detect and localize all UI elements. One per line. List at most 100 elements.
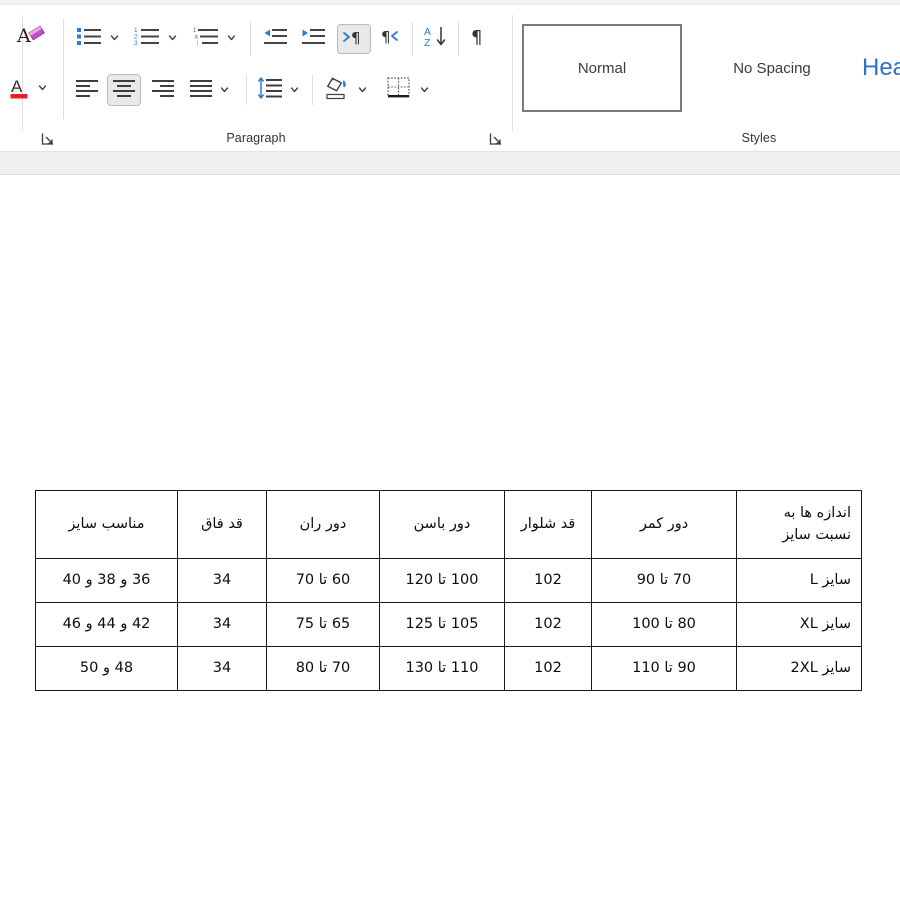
svg-text:¶: ¶ — [471, 27, 482, 47]
decrease-indent-icon — [262, 26, 288, 51]
cell-pant-length: 102 — [504, 602, 592, 647]
right-to-left-text-icon: ¶ — [341, 27, 367, 52]
shading-paint-bucket-icon — [323, 75, 351, 106]
justify-button[interactable] — [186, 77, 216, 103]
style-gallery-item-no-spacing[interactable]: No Spacing — [692, 26, 852, 110]
cell-pant-length: 102 — [504, 558, 592, 603]
cell-thigh: 70 تا 80 — [266, 646, 380, 691]
left-to-right-text-icon: ¶ — [380, 26, 406, 51]
chevron-down-icon — [220, 87, 229, 93]
font-color-button[interactable]: A — [7, 75, 35, 105]
toolbar-divider — [458, 22, 459, 56]
table-row: سایز 2XL 90 تا 110 102 110 تا 130 70 تا … — [35, 646, 862, 691]
align-right-icon — [151, 78, 175, 103]
multilevel-list-button[interactable]: 1 a i — [190, 25, 222, 51]
borders-dropdown[interactable] — [418, 79, 431, 101]
increase-indent-button[interactable] — [297, 25, 329, 51]
style-gallery-item-heading-1[interactable]: Hea — [862, 26, 900, 110]
cell-hip: 105 تا 125 — [379, 602, 505, 647]
clear-formatting-icon: A — [16, 22, 46, 55]
header-cell-hip: دور باسن — [379, 490, 505, 559]
table-row: سایز L 70 تا 90 102 100 تا 120 60 تا 70 … — [35, 558, 862, 603]
cell-size-label: سایز XL — [736, 602, 862, 647]
shading-button[interactable] — [320, 75, 354, 105]
size-chart-table[interactable]: اندازه ها به نسبت سایز دور کمر قد شلوار … — [35, 490, 862, 691]
toolbar-divider — [63, 19, 64, 119]
bullets-button[interactable] — [73, 25, 105, 51]
align-left-icon — [75, 78, 99, 103]
svg-text:A: A — [11, 77, 23, 96]
multilevel-list-dropdown[interactable] — [225, 27, 238, 49]
justify-icon — [189, 78, 213, 103]
header-cell-waist: دور کمر — [591, 490, 737, 559]
style-label-normal: Normal — [577, 59, 627, 77]
font-color-icon: A — [10, 75, 32, 106]
chevron-down-icon — [290, 87, 299, 93]
bullets-dropdown[interactable] — [108, 27, 121, 49]
ribbon-document-gap-band — [0, 152, 900, 175]
dialog-launcher-icon — [489, 133, 501, 145]
decrease-indent-button[interactable] — [259, 25, 291, 51]
paragraph-group-label: Paragraph — [226, 131, 286, 145]
table-header-row: اندازه ها به نسبت سایز دور کمر قد شلوار … — [35, 490, 862, 559]
cell-rise: 34 — [177, 602, 267, 647]
svg-text:¶: ¶ — [351, 29, 361, 47]
align-right-button[interactable] — [148, 77, 178, 103]
header-cell-thigh: دور ران — [266, 490, 380, 559]
chevron-down-icon — [168, 35, 177, 41]
pilcrow-icon: ¶ — [468, 25, 488, 52]
chevron-down-icon — [358, 87, 367, 93]
document-page[interactable]: اندازه ها به نسبت سایز دور کمر قد شلوار … — [0, 176, 900, 900]
justify-dropdown[interactable] — [218, 79, 231, 101]
paragraph-group-dialog-launcher[interactable] — [489, 132, 503, 146]
styles-group-label: Styles — [741, 131, 777, 145]
rtl-text-direction-button[interactable]: ¶ — [337, 24, 371, 54]
show-formatting-marks-button[interactable]: ¶ — [464, 25, 492, 51]
toolbar-divider — [412, 22, 413, 56]
font-color-dropdown[interactable] — [36, 77, 49, 99]
numbering-dropdown[interactable] — [166, 27, 179, 49]
svg-text:i: i — [197, 41, 198, 46]
svg-text:1: 1 — [193, 28, 197, 34]
header-cell-rise: قد فاق — [177, 490, 267, 559]
ltr-text-direction-button[interactable]: ¶ — [378, 25, 408, 51]
svg-text:¶: ¶ — [381, 28, 391, 46]
cell-size-label: سایز L — [736, 558, 862, 603]
svg-text:Z: Z — [424, 37, 431, 48]
ribbon-group-paragraph: A 1 2 3 1 a i ¶ ¶ A Z ¶ A Paragraph — [0, 5, 512, 152]
style-gallery-item-normal[interactable]: Normal — [522, 24, 682, 112]
align-center-button[interactable] — [107, 74, 141, 106]
cell-hip: 110 تا 130 — [379, 646, 505, 691]
multilevel-list-icon: 1 a i — [193, 26, 219, 51]
cell-suitable-size: 48 و 50 — [35, 646, 178, 691]
cell-waist: 80 تا 100 — [591, 602, 737, 647]
align-left-button[interactable] — [72, 77, 102, 103]
chevron-down-icon — [38, 85, 47, 91]
line-spacing-icon — [257, 76, 283, 104]
cell-thigh: 60 تا 70 — [266, 558, 380, 603]
cell-rise: 34 — [177, 646, 267, 691]
ribbon-group-styles: Normal No Spacing Hea Styles — [512, 5, 900, 152]
svg-text:a: a — [195, 34, 199, 40]
cell-size-label: سایز 2XL — [736, 646, 862, 691]
toolbar-divider — [312, 75, 313, 105]
line-spacing-button[interactable] — [254, 76, 286, 104]
header-cell-size-reference: اندازه ها به نسبت سایز — [736, 490, 862, 559]
cell-pant-length: 102 — [504, 646, 592, 691]
word-ribbon: A 1 2 3 1 a i ¶ ¶ A Z ¶ A Paragraph Norm… — [0, 0, 900, 152]
sort-button[interactable]: A Z — [420, 23, 454, 53]
cell-waist: 90 تا 110 — [591, 646, 737, 691]
numbered-list-icon: 1 2 3 — [134, 26, 160, 51]
toolbar-divider — [246, 75, 247, 105]
numbering-button[interactable]: 1 2 3 — [131, 25, 163, 51]
chevron-down-icon — [420, 87, 429, 93]
borders-button[interactable] — [383, 76, 415, 104]
header-cell-pant-length: قد شلوار — [504, 490, 592, 559]
clear-formatting-button[interactable]: A — [10, 18, 52, 58]
line-spacing-dropdown[interactable] — [288, 79, 301, 101]
group-divider — [512, 15, 513, 131]
cell-suitable-size: 36 و 38 و 40 — [35, 558, 178, 603]
table-row: سایز XL 80 تا 100 102 105 تا 125 65 تا 7… — [35, 602, 862, 647]
shading-dropdown[interactable] — [356, 79, 369, 101]
svg-text:A: A — [16, 25, 31, 47]
